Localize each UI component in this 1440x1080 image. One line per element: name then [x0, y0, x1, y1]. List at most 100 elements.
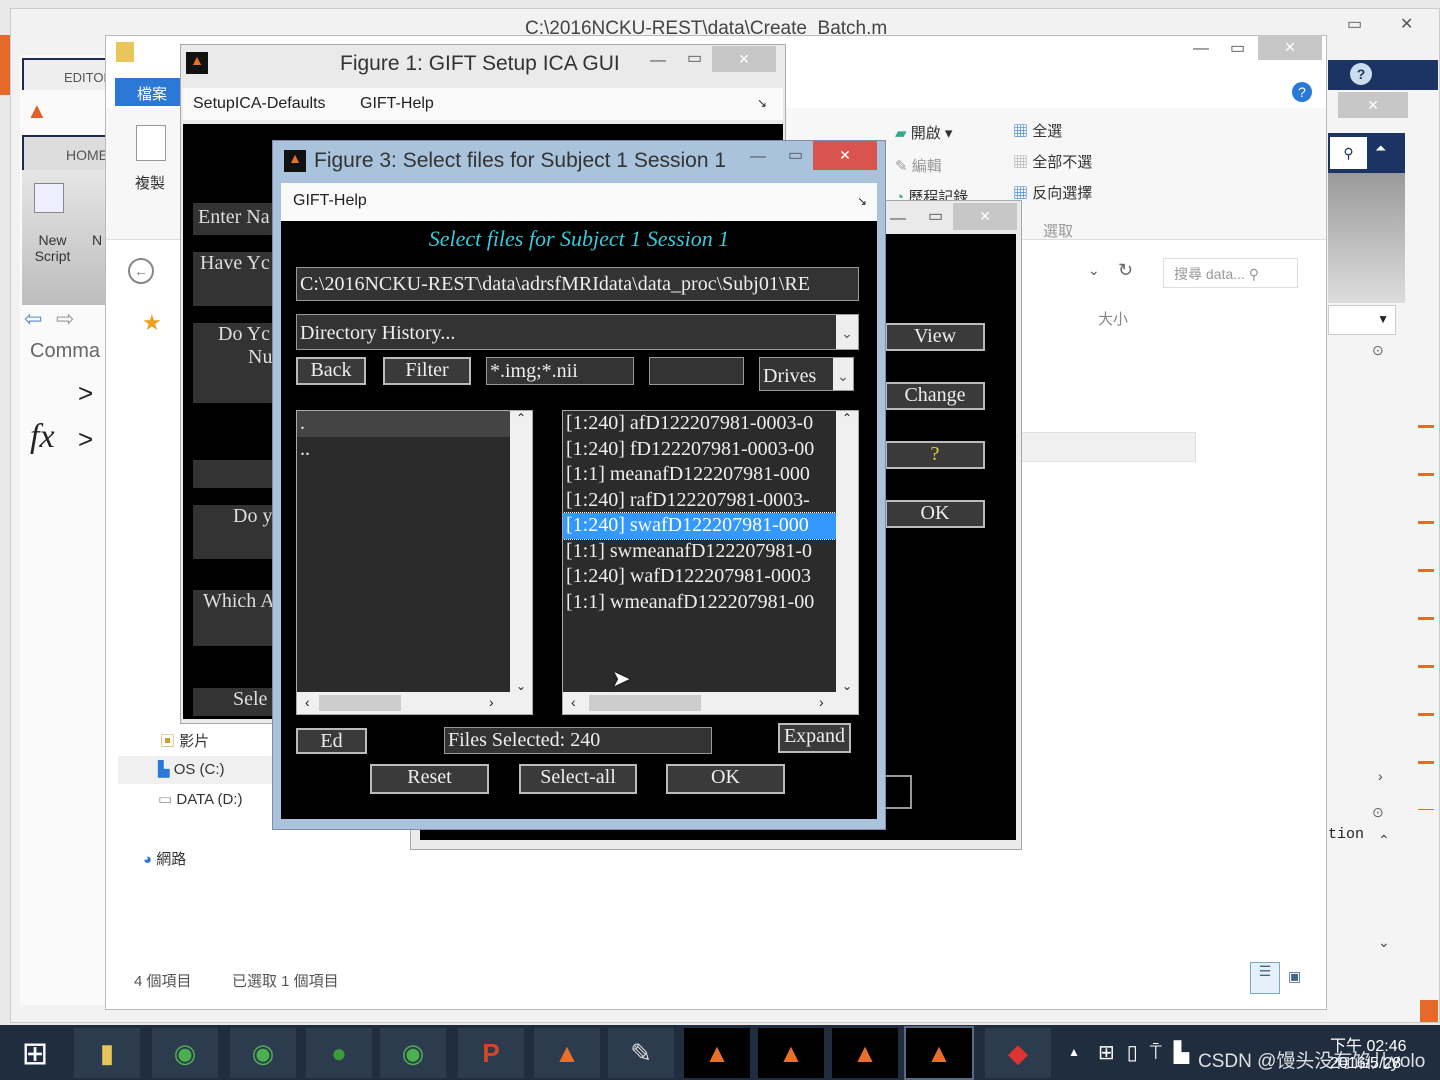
- vertical-scrollbar[interactable]: ⌃ ⌄: [510, 411, 532, 693]
- new-button[interactable]: N: [92, 232, 102, 248]
- command-prompt[interactable]: >: [78, 424, 93, 455]
- panel-menu-icon[interactable]: ⊙: [1372, 804, 1384, 821]
- scroll-right-icon[interactable]: ›: [489, 694, 494, 710]
- chevron-down-icon[interactable]: ⌄: [833, 358, 853, 390]
- scroll-down-icon[interactable]: ⌄: [1378, 934, 1390, 951]
- vertical-scrollbar[interactable]: ⌃ ⌄: [836, 411, 858, 693]
- scroll-up-icon[interactable]: ⌃: [1378, 832, 1390, 849]
- details-view-icon[interactable]: ☰: [1250, 962, 1280, 994]
- file-item[interactable]: [1:240] fD122207981-0003-00: [563, 437, 836, 463]
- file-item[interactable]: [1:240] rafD122207981-0003-: [563, 488, 836, 514]
- horizontal-scrollbar[interactable]: ‹ ›: [563, 692, 858, 714]
- file-item[interactable]: [1:240] afD122207981-0003-0: [563, 411, 836, 437]
- toolbar-dock-icon[interactable]: ↘: [857, 194, 867, 208]
- taskbar-notepad[interactable]: ✎: [608, 1028, 674, 1078]
- back-nav-icon[interactable]: ←: [128, 258, 154, 284]
- taskbar-matlab[interactable]: ▲: [534, 1028, 600, 1078]
- back-arrow-icon[interactable]: ⇦: [24, 306, 42, 332]
- taskbar-matlab-figure[interactable]: ▲: [832, 1028, 898, 1078]
- directory-item[interactable]: ..: [297, 437, 510, 463]
- figure2-min-button[interactable]: —: [890, 210, 906, 228]
- select-all-button[interactable]: ▦ 全選: [1013, 120, 1062, 141]
- invert-select-button[interactable]: ▦ 反向選擇: [1013, 182, 1092, 203]
- select-none-button[interactable]: ▦ 全部不選: [1013, 151, 1092, 172]
- large-icons-view-icon[interactable]: ▣: [1288, 968, 1301, 985]
- taskbar-powerpoint[interactable]: P: [458, 1028, 524, 1078]
- explorer-min-button[interactable]: —: [1193, 40, 1209, 58]
- filter-input[interactable]: *.img;*.nii: [486, 357, 634, 385]
- drives-select[interactable]: Drives ⌄: [759, 357, 854, 391]
- forward-arrow-icon[interactable]: ⇨: [56, 306, 74, 332]
- taskbar-chrome[interactable]: ◉: [230, 1028, 296, 1078]
- search-docs-button[interactable]: ⚲: [1330, 137, 1367, 169]
- start-button[interactable]: ⊞: [0, 1028, 70, 1078]
- scroll-left-icon[interactable]: ‹: [571, 694, 576, 710]
- toolbar-dock-icon[interactable]: ↘: [757, 96, 767, 110]
- scroll-left-icon[interactable]: ‹: [305, 694, 310, 710]
- new-script-button[interactable]: New Script: [30, 232, 75, 264]
- scroll-right-icon[interactable]: ›: [1378, 768, 1383, 784]
- scroll-down-icon[interactable]: ⌄: [836, 679, 858, 693]
- taskbar-matlab-figure[interactable]: ▲: [758, 1028, 824, 1078]
- tray-overflow-icon[interactable]: ▲: [1068, 1045, 1080, 1059]
- fx-icon[interactable]: fx: [30, 418, 55, 456]
- reset-button[interactable]: Reset: [370, 764, 489, 794]
- horizontal-scrollbar[interactable]: ‹ ›: [297, 692, 532, 714]
- figure2-max-button[interactable]: ▭: [928, 206, 943, 226]
- file-item[interactable]: [1:240] swafD122207981-000: [563, 512, 836, 540]
- edit-button[interactable]: ✎ 編輯: [895, 155, 942, 176]
- directory-item[interactable]: .: [297, 411, 510, 437]
- figure3-close-button[interactable]: ✕: [813, 141, 877, 170]
- open-button[interactable]: ▰ 開啟 ▾: [895, 122, 952, 143]
- nav-item-os-c-label[interactable]: ▙ OS (C:): [158, 760, 225, 778]
- filter-button[interactable]: Filter: [383, 357, 471, 385]
- view-button[interactable]: View: [885, 323, 985, 351]
- taskbar-matlab-figure[interactable]: ▲: [904, 1026, 974, 1080]
- scroll-up-icon[interactable]: ⌃: [510, 411, 532, 425]
- scroll-thumb[interactable]: [589, 695, 701, 711]
- dropdown[interactable]: ▼: [1328, 305, 1396, 335]
- taskbar-matlab-figure[interactable]: ▲: [684, 1028, 750, 1078]
- figure1-close-button[interactable]: ✕: [712, 46, 776, 72]
- expand-button[interactable]: Expand: [778, 723, 851, 753]
- path-input[interactable]: C:\2016NCKU-REST\data\adrsfMRIdata\data_…: [296, 267, 859, 301]
- figure1-min-button[interactable]: —: [650, 52, 666, 70]
- chevron-down-icon[interactable]: ⌄: [836, 315, 858, 349]
- command-prompt[interactable]: >: [78, 378, 93, 409]
- address-dropdown-icon[interactable]: ⌄: [1088, 262, 1100, 279]
- nav-item-videos[interactable]: ▣ 影片: [160, 730, 209, 751]
- tab-home[interactable]: HOME: [22, 135, 108, 170]
- menu-gift-help[interactable]: GIFT-Help: [360, 95, 434, 113]
- file-item[interactable]: [1:240] wafD122207981-0003: [563, 564, 836, 590]
- search-input[interactable]: 搜尋 data... ⚲: [1163, 258, 1298, 288]
- column-size-header[interactable]: 大小: [1098, 308, 1128, 329]
- ok-button[interactable]: OK: [666, 764, 785, 794]
- ed-button[interactable]: Ed: [296, 728, 367, 754]
- scroll-down-icon[interactable]: ⌄: [510, 679, 532, 693]
- explorer-max-button[interactable]: ▭: [1230, 38, 1245, 58]
- taskbar-chrome[interactable]: ◉: [152, 1028, 218, 1078]
- panel-menu-icon[interactable]: ⊙: [1372, 342, 1384, 359]
- figure2-close-button[interactable]: ✕: [953, 203, 1017, 230]
- figure3-max-button[interactable]: ▭: [788, 145, 803, 165]
- back-button[interactable]: Back: [296, 357, 366, 385]
- file-tab[interactable]: 檔案: [115, 78, 180, 106]
- taskbar-file-explorer[interactable]: ▮: [74, 1028, 140, 1078]
- scroll-right-icon[interactable]: ›: [819, 694, 824, 710]
- file-list[interactable]: [1:240] afD122207981-0003-0 [1:240] fD122…: [562, 410, 859, 715]
- blank-input[interactable]: [649, 357, 744, 385]
- figure3-min-button[interactable]: —: [750, 148, 766, 166]
- nav-item-network[interactable]: ◕ 網路: [143, 848, 186, 869]
- directory-history-select[interactable]: Directory History... ⌄: [296, 314, 859, 350]
- editor-max-button[interactable]: ▭: [1347, 14, 1362, 34]
- directory-list[interactable]: ... ⌃ ⌄ ‹ ›: [296, 410, 533, 715]
- scroll-up-icon[interactable]: ⌃: [836, 411, 858, 425]
- help-icon[interactable]: ?: [1350, 63, 1372, 85]
- taskbar-app-green[interactable]: ●: [306, 1028, 372, 1078]
- editor-close-button[interactable]: ✕: [1400, 14, 1413, 34]
- taskbar-chrome[interactable]: ◉: [380, 1028, 446, 1078]
- menu-setupica-defaults[interactable]: SetupICA-Defaults: [193, 95, 326, 113]
- ok-button[interactable]: OK: [885, 500, 985, 528]
- tab-editor[interactable]: EDITOR: [22, 58, 113, 90]
- close-panel-button[interactable]: ✕: [1338, 92, 1408, 118]
